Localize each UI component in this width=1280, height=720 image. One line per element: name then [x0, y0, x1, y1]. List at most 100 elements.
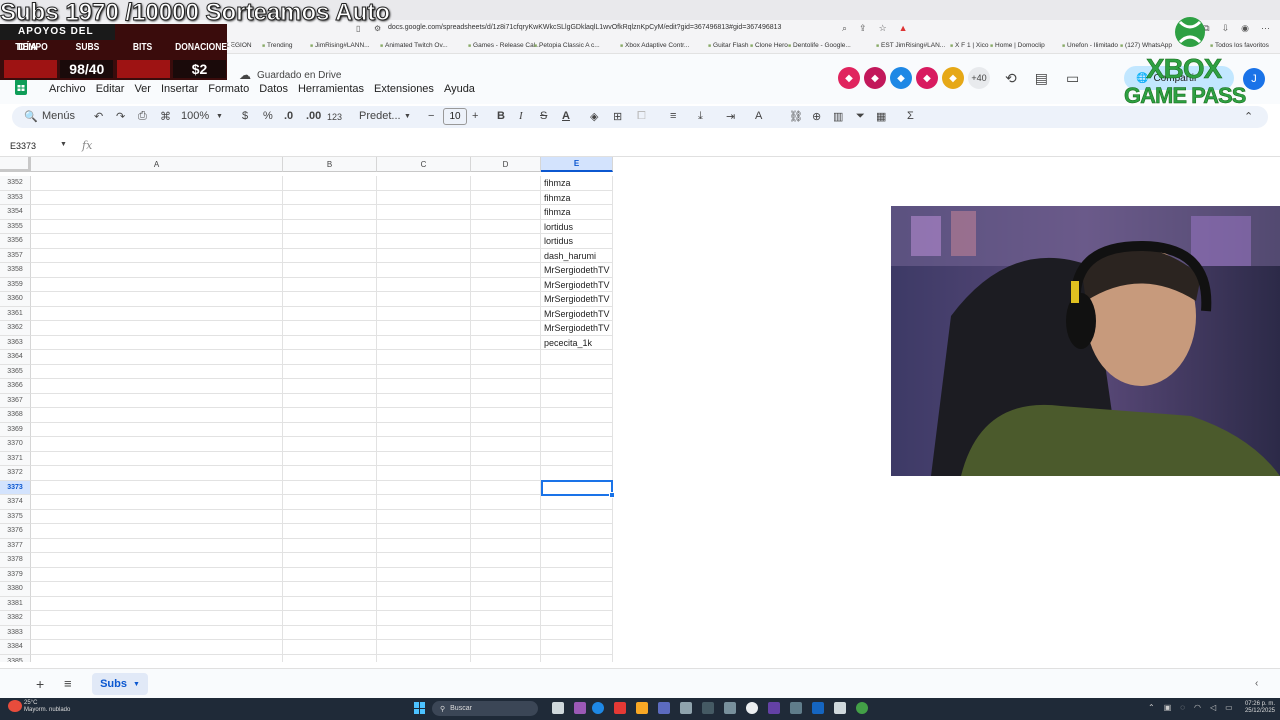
- cell-e[interactable]: [541, 379, 613, 394]
- chevron-down-icon[interactable]: ▼: [60, 141, 67, 148]
- row-number[interactable]: 3381: [0, 596, 31, 611]
- cell[interactable]: [283, 350, 377, 365]
- column-header-e[interactable]: E: [541, 157, 613, 172]
- cell-e[interactable]: [541, 625, 613, 640]
- merge-cells-icon[interactable]: ⧠: [637, 110, 646, 123]
- cell[interactable]: [31, 611, 283, 626]
- font-size-increase-icon[interactable]: +: [472, 110, 478, 122]
- taskbar-search[interactable]: ⚲ Buscar: [432, 701, 538, 716]
- column-header-d[interactable]: D: [471, 157, 541, 172]
- bookmark-item[interactable]: Games - Release Cal...: [468, 42, 541, 49]
- chart-icon[interactable]: ▥: [833, 110, 843, 123]
- cell[interactable]: [31, 234, 283, 249]
- cell[interactable]: [283, 248, 377, 263]
- menu-ver[interactable]: Ver: [129, 83, 156, 95]
- cell[interactable]: [377, 625, 471, 640]
- app-icon[interactable]: [680, 702, 692, 714]
- chevron-down-icon[interactable]: ▼: [133, 681, 140, 688]
- cell[interactable]: [31, 524, 283, 539]
- text-rotation-icon[interactable]: A: [755, 110, 762, 122]
- undo-icon[interactable]: ↶: [94, 110, 103, 123]
- row-number[interactable]: 3352: [0, 176, 31, 191]
- cell[interactable]: [377, 176, 471, 191]
- cell[interactable]: [283, 219, 377, 234]
- cell[interactable]: [31, 538, 283, 553]
- cell[interactable]: [283, 509, 377, 524]
- cell[interactable]: [31, 379, 283, 394]
- bookmark-item[interactable]: Xbox Adaptive Contr...: [620, 42, 689, 49]
- cell[interactable]: [31, 495, 283, 510]
- cell[interactable]: [31, 306, 283, 321]
- save-status[interactable]: ☁ Guardado en Drive: [239, 68, 342, 82]
- row-number[interactable]: 3353: [0, 190, 31, 205]
- cell[interactable]: [471, 263, 541, 278]
- cell[interactable]: [283, 364, 377, 379]
- bookmark-item[interactable]: Petopia Classic A c...: [534, 42, 600, 49]
- cell[interactable]: [471, 379, 541, 394]
- cell[interactable]: [31, 437, 283, 452]
- cell[interactable]: [31, 654, 283, 662]
- bookmark-item[interactable]: Trending: [262, 42, 292, 49]
- cell[interactable]: [283, 495, 377, 510]
- bookmark-item[interactable]: Animated Twitch Ov...: [380, 42, 448, 49]
- cell-e[interactable]: fihmza: [541, 176, 613, 191]
- wifi-icon[interactable]: ◠: [1194, 703, 1201, 712]
- cell[interactable]: [283, 393, 377, 408]
- cell[interactable]: [377, 321, 471, 336]
- cell[interactable]: [377, 190, 471, 205]
- cell[interactable]: [377, 466, 471, 481]
- cell[interactable]: [471, 451, 541, 466]
- strikethrough-icon[interactable]: S: [540, 110, 547, 122]
- cell[interactable]: [471, 509, 541, 524]
- edge-icon[interactable]: [592, 702, 604, 714]
- cell[interactable]: [377, 263, 471, 278]
- name-box[interactable]: E3373: [10, 141, 36, 151]
- cell[interactable]: [31, 248, 283, 263]
- cell[interactable]: [283, 640, 377, 655]
- row-number[interactable]: 3364: [0, 350, 31, 365]
- row-number[interactable]: 3377: [0, 538, 31, 553]
- cell[interactable]: [283, 553, 377, 568]
- cell-e[interactable]: [541, 567, 613, 582]
- app-icon[interactable]: [746, 702, 758, 714]
- fill-color-icon[interactable]: ◈: [590, 110, 598, 123]
- vertical-align-icon[interactable]: ⤓: [698, 110, 703, 123]
- cell[interactable]: [471, 466, 541, 481]
- zoom-select[interactable]: 100%: [181, 110, 209, 122]
- cell-e[interactable]: [541, 364, 613, 379]
- file-explorer-icon[interactable]: [636, 702, 648, 714]
- browser-menu-icon[interactable]: ⋯: [1261, 23, 1270, 34]
- cell[interactable]: [283, 524, 377, 539]
- font-select[interactable]: Predet...: [359, 110, 401, 122]
- row-number[interactable]: 3360: [0, 292, 31, 307]
- cell[interactable]: [31, 408, 283, 423]
- app-icon[interactable]: [834, 702, 846, 714]
- search-menus[interactable]: Menús: [42, 110, 75, 122]
- decrease-decimal-button[interactable]: .0: [284, 110, 293, 122]
- cell[interactable]: [471, 364, 541, 379]
- row-number[interactable]: 3375: [0, 509, 31, 524]
- menu-archivo[interactable]: Archivo: [44, 83, 91, 95]
- collapse-toolbar-icon[interactable]: ⌃: [1244, 110, 1253, 123]
- cell-e[interactable]: MrSergiodethTV: [541, 321, 613, 336]
- cell[interactable]: [31, 205, 283, 220]
- cell[interactable]: [31, 451, 283, 466]
- fill-handle[interactable]: [609, 492, 615, 498]
- downloads-icon[interactable]: ⇩: [1222, 23, 1230, 34]
- extensions-icon[interactable]: ⧉: [1203, 23, 1209, 34]
- cell[interactable]: [283, 611, 377, 626]
- cell[interactable]: [471, 596, 541, 611]
- row-number[interactable]: 3383: [0, 625, 31, 640]
- bold-icon[interactable]: B: [497, 110, 505, 122]
- cell[interactable]: [31, 321, 283, 336]
- cell[interactable]: [283, 408, 377, 423]
- cell[interactable]: [283, 205, 377, 220]
- cell[interactable]: [283, 234, 377, 249]
- cell-e[interactable]: [541, 582, 613, 597]
- cell[interactable]: [471, 190, 541, 205]
- active-cell[interactable]: [541, 480, 613, 496]
- bookmark-item[interactable]: X F 1 | Xico: [950, 42, 988, 49]
- star-icon[interactable]: ☆: [879, 23, 887, 34]
- cell-e[interactable]: [541, 654, 613, 662]
- address-bar[interactable]: docs.google.com/spreadsheets/d/1z8i71cfq…: [388, 24, 781, 31]
